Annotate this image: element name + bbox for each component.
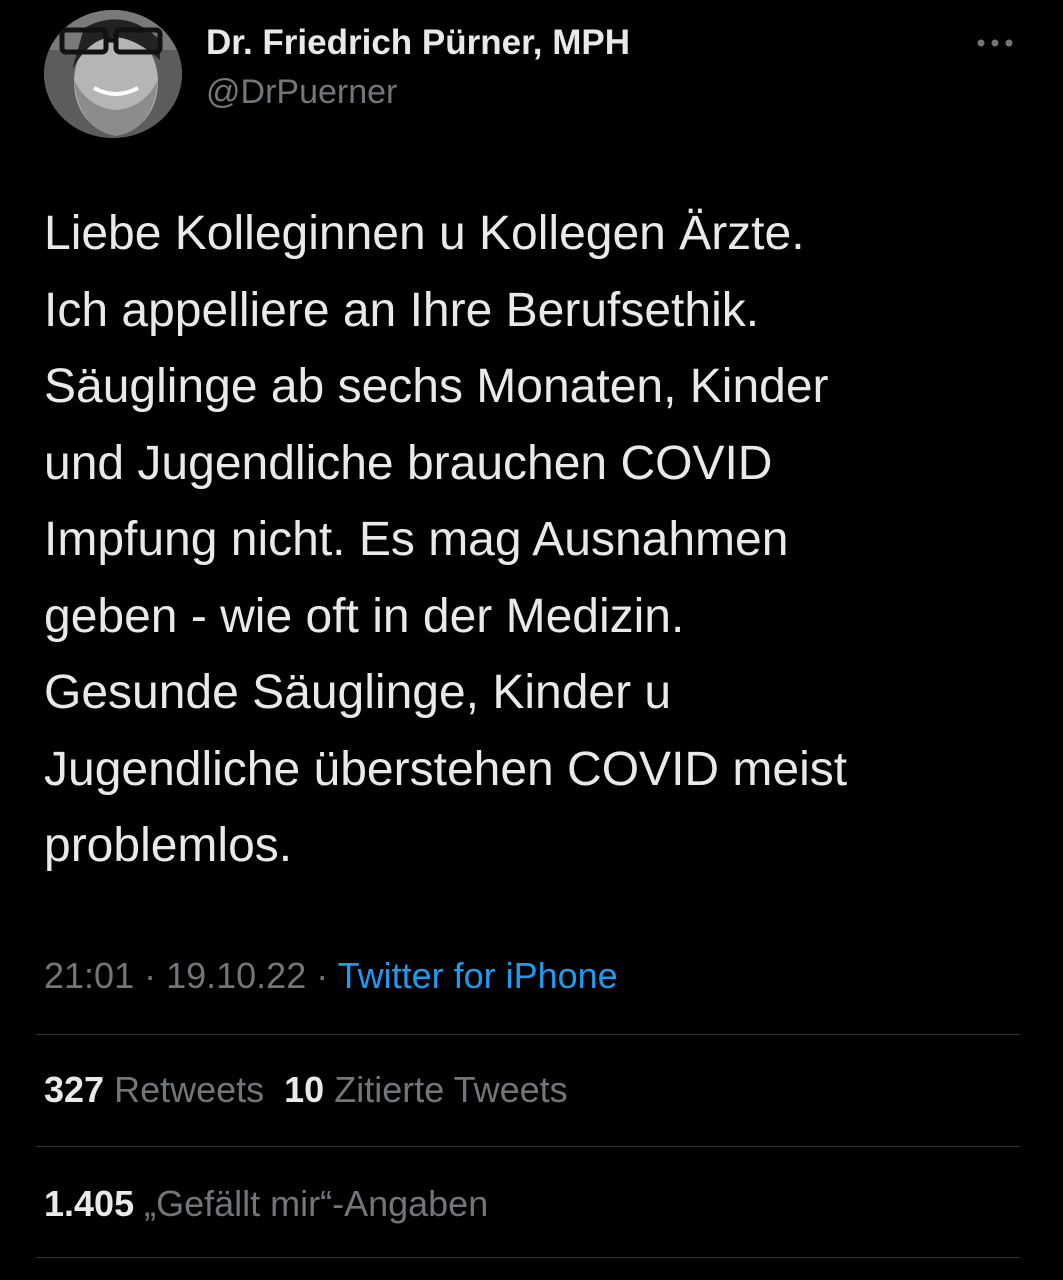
author-display-name[interactable]: Dr. Friedrich Pürner, MPH <box>206 23 630 63</box>
likes-stat[interactable]: 1.405 „Gefällt mir“-Angaben <box>44 1183 488 1224</box>
tweet-time[interactable]: 21:01 <box>44 955 134 996</box>
likes-count: 1.405 <box>44 1183 135 1224</box>
tweet-text: Liebe Kolleginnen u Kollegen Ärzte. Ich … <box>44 196 1034 885</box>
likes-label: „Gefällt mir“-Angaben <box>134 1183 489 1224</box>
retweets-count: 327 <box>44 1069 105 1110</box>
retweets-stat[interactable]: 327 Retweets <box>44 1069 264 1110</box>
meta-separator: · <box>134 955 167 996</box>
meta-separator: · <box>306 955 338 996</box>
engagement-stats-row: 327 Retweets 10 Zitierte Tweets <box>44 1069 568 1111</box>
author-handle[interactable]: @DrPuerner <box>206 73 397 112</box>
tweet-text-line: Impfung nicht. Es mag Ausnahmen <box>44 513 789 566</box>
tweet-text-line: Jugendliche überstehen COVID meist <box>44 742 848 796</box>
avatar[interactable] <box>44 10 182 138</box>
tweet-source-link[interactable]: Twitter for iPhone <box>338 955 618 996</box>
retweets-label: Retweets <box>104 1069 265 1110</box>
divider <box>36 1034 1020 1035</box>
tweet-text-line: Säuglinge ab sechs Monaten, Kinder <box>44 360 829 413</box>
quotes-count: 10 <box>284 1069 325 1110</box>
divider <box>36 1257 1020 1258</box>
tweet-meta: 21:01 · 19.10.22 · Twitter for iPhone <box>44 955 618 997</box>
quote-tweets-stat[interactable]: 10 Zitierte Tweets <box>284 1069 567 1110</box>
profile-photo-icon <box>44 10 182 138</box>
tweet-date[interactable]: 19.10.22 <box>166 955 306 996</box>
tweet-text-line: Gesunde Säuglinge, Kinder u <box>44 666 672 719</box>
more-horizontal-icon[interactable] <box>970 30 1020 56</box>
tweet-text-line: problemlos. <box>44 819 293 872</box>
tweet-text-line: und Jugendliche brauchen COVID <box>44 436 773 490</box>
quotes-label: Zitierte Tweets <box>324 1069 568 1110</box>
tweet-text-line: Liebe Kolleginnen u Kollegen Ärzte. <box>44 207 805 260</box>
tweet-text-line: geben - wie oft in der Medizin. <box>44 589 685 643</box>
tweet-text-line: Ich appelliere an Ihre Berufsethik. <box>44 283 760 337</box>
divider <box>36 1146 1020 1147</box>
likes-stats-row: 1.405 „Gefällt mir“-Angaben <box>44 1183 488 1225</box>
